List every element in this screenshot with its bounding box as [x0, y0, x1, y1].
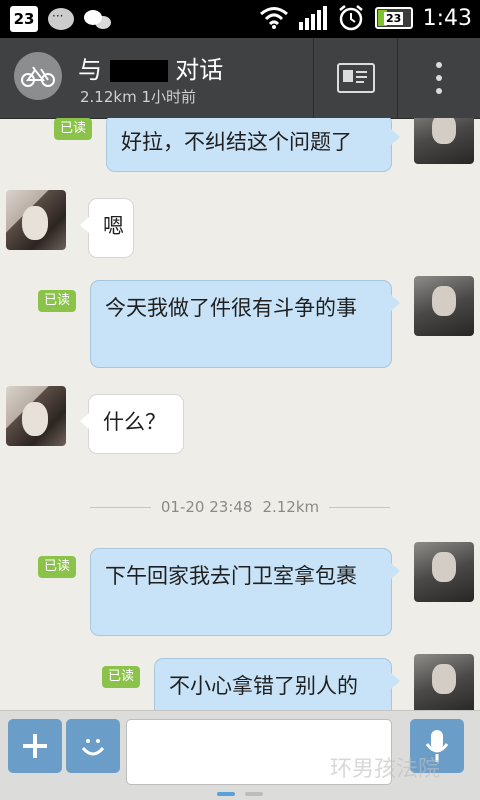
page-indicator: [0, 788, 480, 800]
wechat-icon: [84, 8, 114, 30]
emoji-button[interactable]: [66, 719, 120, 773]
more-options-button[interactable]: [398, 38, 480, 118]
page-dot: [245, 792, 263, 796]
profile-card-icon: [337, 63, 375, 93]
my-avatar[interactable]: [414, 118, 474, 164]
read-badge: 已读: [38, 556, 77, 578]
add-attachment-button[interactable]: [8, 719, 62, 773]
read-badge: 已读: [102, 666, 141, 688]
divider-time: 01-20 23:48: [160, 498, 253, 516]
watermark: 环男孩法院: [330, 757, 441, 782]
system-icons: 23 1:43: [259, 4, 472, 32]
title-suffix: 对话: [175, 56, 224, 84]
message-icon: [48, 8, 74, 30]
message-bubble[interactable]: 不小心拿错了别人的: [154, 658, 400, 710]
divider-distance: 2.12km: [262, 498, 320, 516]
bicycle-icon: [21, 66, 55, 87]
redacted-name: [109, 60, 168, 82]
signal-icon: [298, 6, 327, 30]
title-prefix: 与: [78, 56, 102, 84]
input-bar: 环男孩法院: [0, 710, 480, 789]
contact-avatar[interactable]: [6, 386, 66, 446]
time-divider: 01-20 23:48 2.12km: [90, 498, 391, 516]
message-bubble[interactable]: 今天我做了件很有斗争的事: [90, 280, 400, 368]
smiley-icon: [81, 739, 105, 756]
clock: 1:43: [422, 5, 472, 31]
chat-area[interactable]: 已读 好拉，不纠结这个问题了 嗯 已读 今天我做了件很有斗争的事 什么？ 01-…: [0, 118, 480, 710]
page-dot-active: [217, 792, 235, 796]
battery-icon: 23: [374, 7, 413, 29]
notification-icons: 23: [10, 6, 114, 32]
status-bar: 23 23 1:43: [0, 0, 480, 38]
back-button[interactable]: [14, 52, 62, 100]
message-bubble[interactable]: 下午回家我去门卫室拿包裹: [90, 548, 400, 636]
distance-time-label: 2.12km 1小时前: [80, 88, 197, 106]
alarm-icon: [338, 5, 363, 31]
my-avatar[interactable]: [414, 276, 474, 336]
my-avatar[interactable]: [414, 654, 474, 710]
message-bubble[interactable]: 好拉，不纠结这个问题了: [106, 118, 400, 172]
read-badge: 已读: [54, 118, 93, 140]
contact-avatar[interactable]: [6, 190, 66, 250]
calendar-icon: 23: [10, 6, 38, 32]
read-badge: 已读: [38, 290, 77, 312]
plus-icon: [23, 734, 47, 758]
my-avatar[interactable]: [414, 542, 474, 602]
chat-header: 与 对话 2.12km 1小时前: [0, 38, 480, 119]
wifi-icon: [259, 7, 288, 29]
message-bubble[interactable]: 嗯: [80, 198, 134, 258]
page-title: 与 对话: [78, 50, 223, 85]
message-bubble[interactable]: 什么？: [80, 394, 184, 454]
profile-button[interactable]: [314, 38, 398, 118]
